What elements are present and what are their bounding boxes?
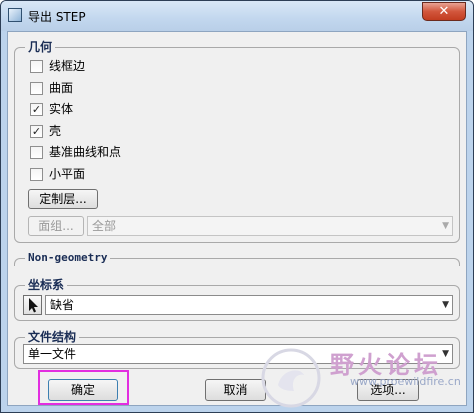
chevron-down-icon: ▼	[442, 300, 449, 310]
coordinate-system-combo[interactable]: 缺省 ▼	[45, 295, 453, 315]
non-geometry-group: Non-geometry	[14, 251, 460, 266]
export-step-dialog: 导出 STEP ✕ 几何 线框边 曲面 ✓ 实体 ✓ 壳 基准曲线和点 小平面 …	[0, 0, 474, 413]
checkbox-box[interactable]	[30, 146, 43, 159]
title-bar[interactable]: 导出 STEP ✕	[1, 1, 473, 31]
checkbox-box[interactable]	[30, 168, 43, 181]
checkbox-label: 线框边	[49, 59, 86, 73]
file-structure-combo[interactable]: 单一文件 ▼	[23, 344, 453, 364]
face-group-combo[interactable]: 全部 ▼	[87, 216, 453, 236]
dialog-client: 几何 线框边 曲面 ✓ 实体 ✓ 壳 基准曲线和点 小平面 定制层... 面组.…	[7, 31, 467, 406]
checkbox-label: 实体	[49, 102, 74, 116]
chevron-down-icon: ▼	[442, 349, 449, 359]
pointer-arrow-icon	[29, 298, 38, 313]
file-structure-value: 单一文件	[28, 347, 77, 361]
face-group-combo-value: 全部	[92, 219, 117, 233]
checkbox-box[interactable]	[30, 60, 43, 73]
custom-layer-button[interactable]: 定制层...	[28, 189, 98, 209]
coordinate-system-value: 缺省	[50, 298, 75, 312]
face-group-button[interactable]: 面组...	[28, 216, 84, 236]
close-button[interactable]: ✕	[422, 2, 466, 21]
checkbox-label: 小平面	[49, 167, 86, 181]
geometry-legend: 几何	[25, 40, 56, 54]
window-title: 导出 STEP	[28, 10, 86, 24]
checkbox-box[interactable]: ✓	[30, 103, 43, 116]
checkbox-box[interactable]	[30, 82, 43, 95]
file-structure-legend: 文件结构	[25, 330, 80, 344]
checkbox-label: 基准曲线和点	[49, 145, 122, 159]
checkbox-box[interactable]: ✓	[30, 125, 43, 138]
checkbox-label: 壳	[49, 124, 62, 138]
options-button[interactable]: 选项...	[357, 379, 419, 401]
select-pointer-button[interactable]	[23, 295, 42, 315]
cancel-button[interactable]: 取消	[205, 379, 266, 401]
non-geometry-legend: Non-geometry	[25, 251, 111, 265]
file-structure-group: 文件结构 单一文件 ▼	[14, 330, 460, 369]
geometry-group: 几何 线框边 曲面 ✓ 实体 ✓ 壳 基准曲线和点 小平面 定制层... 面组.…	[14, 40, 460, 243]
window-icon	[8, 8, 22, 22]
coordinate-system-group: 坐标系 缺省 ▼	[14, 278, 460, 321]
ok-button-highlight	[38, 370, 129, 405]
checkbox-label: 曲面	[49, 81, 74, 95]
coordinate-system-legend: 坐标系	[25, 278, 68, 292]
chevron-down-icon: ▼	[442, 221, 449, 231]
